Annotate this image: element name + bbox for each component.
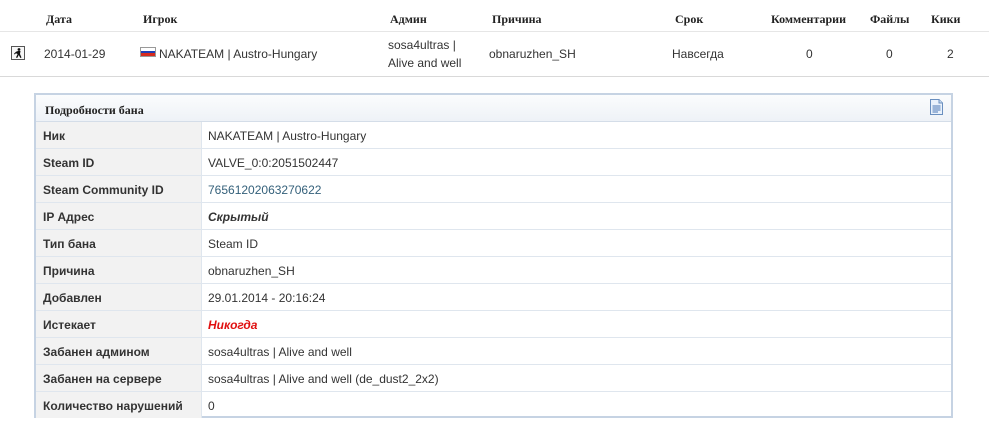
detail-label: Тип бана [43,237,96,251]
detail-label: Добавлен [43,291,102,305]
detail-value-reason: obnaruzhen_SH [208,264,295,278]
detail-label: Забанен админом [43,345,150,359]
ban-details-title-bar: Подробности бана [36,95,951,122]
detail-value-added: 29.01.2014 - 20:16:24 [208,291,326,305]
files-count: 0 [886,47,893,61]
detail-value-expires: Никогда [208,318,258,332]
detail-label: Забанен на сервере [43,372,162,386]
ban-reason: obnaruzhen_SH [489,47,576,61]
player-name[interactable]: NAKATEAM | Austro-Hungary [159,47,317,61]
detail-label: Ник [43,129,66,143]
detail-value-steam-id: VALVE_0:0:2051502447 [208,156,339,170]
col-player-header[interactable]: Игрок [143,12,177,27]
detail-row-ip: IP Адрес Скрытый [36,203,951,230]
ban-row[interactable]: 2014-01-29 NAKATEAM | Austro-Hungary sos… [0,32,989,76]
detail-label: Количество нарушений [43,399,183,413]
ban-details-title: Подробности бана [45,103,144,117]
detail-value-ban-type: Steam ID [208,237,259,251]
detail-label: Steam ID [43,156,95,170]
col-reason-header[interactable]: Причина [492,12,542,27]
detail-row-added: Добавлен 29.01.2014 - 20:16:24 [36,284,951,311]
detail-label: Истекает [43,318,96,332]
row-divider [0,76,989,77]
counter-strike-icon [11,46,25,60]
detail-value-ip: Скрытый [208,210,269,224]
col-files-header[interactable]: Файлы [870,12,909,27]
comments-count: 0 [806,47,813,61]
community-id-link[interactable]: 76561202063270622 [208,183,321,197]
detail-row-steam-id: Steam ID VALVE_0:0:2051502447 [36,149,951,176]
detail-value-nick: NAKATEAM | Austro-Hungary [208,129,367,143]
document-icon[interactable] [930,99,943,115]
detail-label: IP Адрес [43,210,95,224]
col-comments-header[interactable]: Комментарии [771,12,846,27]
detail-label: Steam Community ID [43,183,164,197]
col-length-header[interactable]: Срок [675,12,703,27]
detail-row-expires: Истекает Никогда [36,311,951,338]
detail-row-violations: Количество нарушений 0 [36,392,951,418]
detail-row-banned-on-server: Забанен на сервере sosa4ultras | Alive a… [36,365,951,392]
detail-row-banned-by-admin: Забанен админом sosa4ultras | Alive and … [36,338,951,365]
detail-value-banned-by-admin: sosa4ultras | Alive and well [208,345,352,359]
detail-label: Причина [43,264,95,278]
ban-details-panel: Подробности бана Ник NAKATEAM | Austro-H… [34,93,953,418]
admin-name-line2: Alive and well [388,56,462,70]
russia-flag-icon [140,47,156,57]
col-admin-header[interactable]: Админ [390,12,427,27]
ban-length: Навсегда [672,47,724,61]
col-date-header[interactable]: Дата [46,12,72,27]
detail-row-ban-type: Тип бана Steam ID [36,230,951,257]
detail-value-violations: 0 [208,399,215,413]
admin-name-line1: sosa4ultras | [388,38,456,52]
kicks-count: 2 [947,47,954,61]
detail-row-reason: Причина obnaruzhen_SH [36,257,951,284]
detail-row-nick: Ник NAKATEAM | Austro-Hungary [36,122,951,149]
col-kicks-header[interactable]: Кики [931,12,960,27]
detail-value-banned-on-server: sosa4ultras | Alive and well (de_dust2_2… [208,372,439,386]
ban-date: 2014-01-29 [44,47,106,61]
detail-row-community-id: Steam Community ID 76561202063270622 [36,176,951,203]
ban-list-header: Дата Игрок Админ Причина Срок Комментари… [0,0,989,32]
